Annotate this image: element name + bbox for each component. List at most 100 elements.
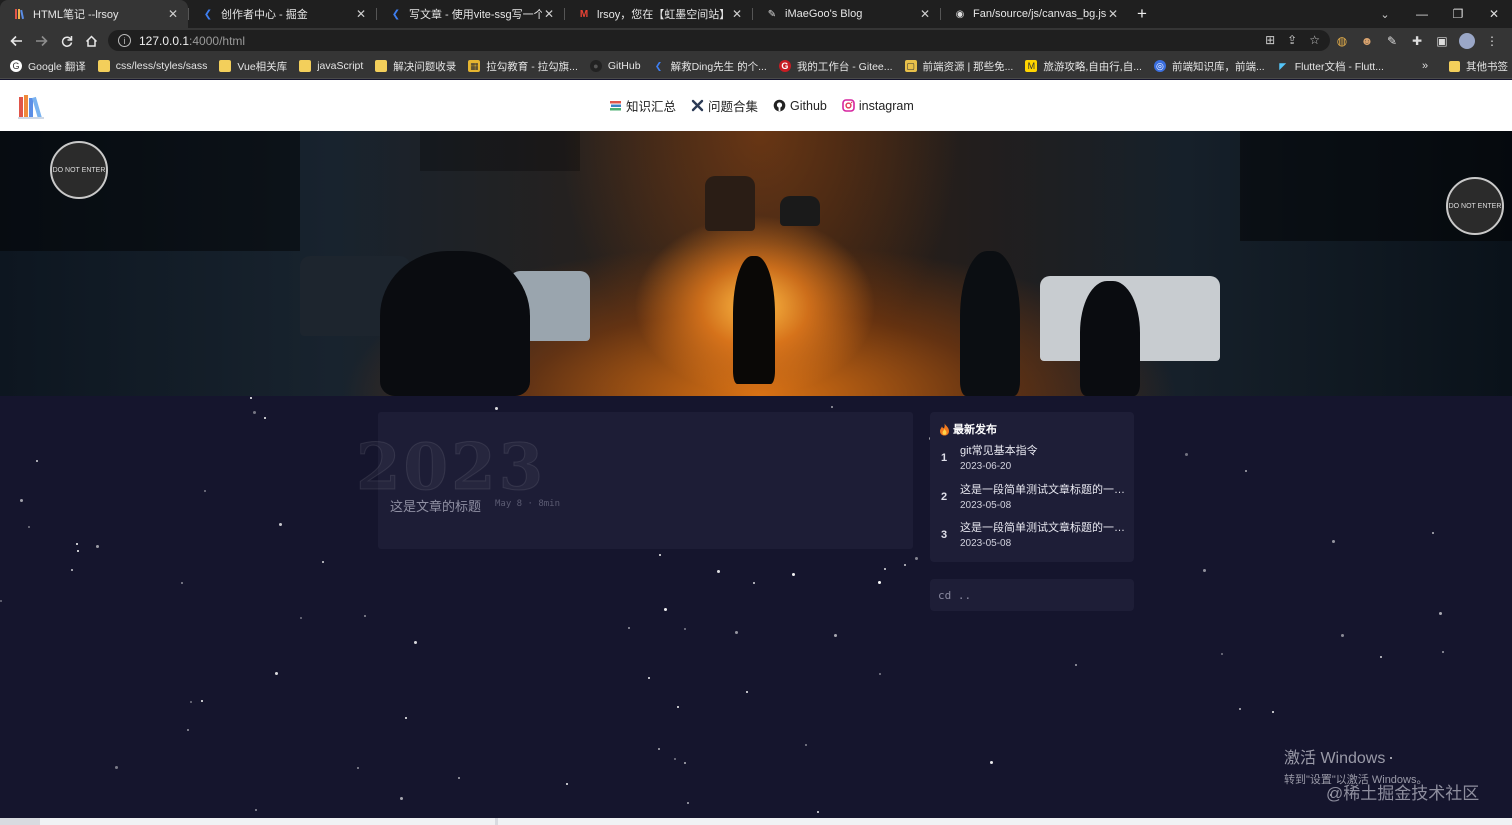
bookmarks-overflow-button[interactable]: » (1422, 54, 1428, 78)
star (300, 617, 302, 619)
bookmark-github[interactable]: ● GitHub (589, 60, 641, 72)
tab-title: 创作者中心 - 掘金 (221, 9, 308, 21)
extension-face-icon[interactable]: ☻ (1359, 33, 1375, 49)
tab-github-canvas[interactable]: ◉ Fan/source/js/canvas_bg.js at ✕ (940, 0, 1128, 28)
tab-strip: HTML笔记 --lrsoy ✕ ❮ 创作者中心 - 掘金 ✕ ❮ 写文章 - … (0, 0, 1512, 28)
new-tab-button[interactable]: + (1128, 0, 1156, 28)
star (658, 748, 660, 750)
close-tab-icon[interactable]: ✕ (918, 7, 932, 21)
bookmark-folder-solutions[interactable]: 解决问题收录 (375, 59, 456, 74)
star (414, 641, 417, 644)
bookmark-ding[interactable]: ❮ 解救Ding先生 的个... (653, 59, 767, 74)
star (792, 573, 795, 576)
nav-knowledge[interactable]: 知识汇总 (609, 96, 676, 115)
close-tab-icon[interactable]: ✕ (1106, 7, 1120, 21)
bookmark-folder-javascript[interactable]: javaScript (299, 60, 363, 72)
star (664, 608, 667, 611)
nav-label: 知识汇总 (626, 100, 677, 114)
google-translate-icon: G (10, 60, 22, 72)
star (753, 582, 755, 584)
bookmark-label: 前端资源 | 那些免... (922, 60, 1014, 73)
bookmark-travel[interactable]: M 旅游攻略,自由行,自... (1025, 59, 1142, 74)
pen-extension-icon[interactable]: ✎ (1384, 33, 1400, 49)
star (648, 677, 650, 679)
chrome-extension-icon[interactable]: ◍ (1334, 33, 1350, 49)
post-title[interactable]: 这是文章的标题 (390, 496, 481, 515)
books-icon (609, 99, 622, 112)
menu-kebab-icon[interactable]: ⋮ (1484, 33, 1500, 49)
nav-instagram[interactable]: instagram (842, 99, 914, 113)
bookmark-flutter[interactable]: ◤ Flutter文档 - Flutt... (1277, 59, 1384, 74)
home-icon[interactable] (79, 28, 104, 54)
minimize-button[interactable]: — (1404, 0, 1440, 28)
list-item-title[interactable]: 这是一段简单测试文章标题的一段话 (960, 519, 1128, 535)
bookmark-label: 前端知识库，前端... (1171, 60, 1265, 73)
feather-icon: ✎ (767, 8, 777, 20)
bookmark-frontend-resources[interactable]: ▢ 前端资源 | 那些免... (904, 59, 1014, 74)
close-window-button[interactable]: ✕ (1476, 0, 1512, 28)
side-panel-icon[interactable]: ▣ (1434, 33, 1450, 49)
list-item[interactable]: 1 git常见基本指令 2023-06-20 (930, 442, 1134, 480)
tab-juejin-creator[interactable]: ❮ 创作者中心 - 掘金 ✕ (188, 0, 376, 28)
back-icon[interactable] (4, 28, 29, 54)
post-meta: May 8 · 8min (495, 499, 561, 509)
bookmark-star-icon[interactable]: ☆ (1309, 33, 1320, 47)
puzzle-icon[interactable]: ✚ (1409, 33, 1425, 49)
star (674, 758, 676, 760)
list-item[interactable]: 3 这是一段简单测试文章标题的一段话 2023-05-08 (930, 519, 1134, 557)
mafengwo-icon: M (1025, 60, 1038, 72)
site-info-icon[interactable]: i (118, 34, 131, 47)
list-item-title[interactable]: 这是一段简单测试文章标题的一段话 (960, 481, 1128, 497)
avatar[interactable] (1459, 33, 1475, 49)
restore-button[interactable]: ❐ (1440, 0, 1476, 28)
tab-search-icon[interactable]: ⌄ (1376, 0, 1394, 28)
star (357, 767, 359, 769)
bookmark-gitee[interactable]: G 我的工作台 - Gitee... (778, 59, 893, 74)
bookmark-folder-vue[interactable]: Vue相关库 (219, 59, 287, 74)
close-tab-icon[interactable]: ✕ (166, 7, 180, 21)
lagou-icon: ▦ (468, 60, 481, 72)
bookmark-label: 其他书签 (1466, 60, 1508, 73)
star (915, 557, 918, 560)
tab-html-notes[interactable]: HTML笔记 --lrsoy ✕ (0, 0, 188, 28)
translate-icon[interactable]: ⊞ (1265, 33, 1275, 47)
bookmark-google-translate[interactable]: G Google 翻译 (10, 59, 86, 74)
cd-back-link[interactable]: cd .. (930, 579, 1134, 611)
site-logo-icon[interactable] (18, 94, 45, 119)
other-bookmarks[interactable]: 其他书签 (1449, 54, 1508, 78)
github-icon (773, 99, 786, 112)
star (279, 523, 282, 526)
taskbar (0, 818, 1512, 825)
star (322, 561, 324, 563)
bookmark-knowledge[interactable]: ◎ 前端知识库，前端... (1153, 59, 1265, 74)
close-tab-icon[interactable]: ✕ (354, 7, 368, 21)
juejin-icon: ❮ (391, 8, 401, 20)
tab-gmail[interactable]: M lrsoy，您在【虹墨空间站】上的 ✕ (564, 0, 752, 28)
resource-icon: ▢ (904, 60, 917, 72)
address-bar[interactable]: i 127.0.0.1:4000/html ⊞ ⇪ ☆ (108, 30, 1330, 51)
star (458, 777, 460, 779)
list-item[interactable]: 2 这是一段简单测试文章标题的一段话 2023-05-08 (930, 481, 1134, 519)
tab-title: Fan/source/js/canvas_bg.js at (973, 8, 1106, 20)
bookmark-lagou[interactable]: ▦ 拉勾教育 - 拉勾旗... (468, 59, 578, 74)
star (364, 615, 366, 617)
star (1185, 453, 1188, 456)
tab-write-article[interactable]: ❮ 写文章 - 使用vite-ssg写一个存放 ✕ (376, 0, 564, 28)
nav-questions[interactable]: 问题合集 (691, 96, 758, 115)
reload-icon[interactable] (54, 28, 79, 54)
close-tab-icon[interactable]: ✕ (730, 7, 744, 21)
juejin-credit-watermark: @稀土掘金技术社区 (1326, 784, 1480, 803)
bookmark-folder-css[interactable]: css/less/styles/sass (97, 60, 207, 72)
star (400, 797, 403, 800)
list-item-title[interactable]: git常见基本指令 (960, 442, 1128, 458)
nav-label: instagram (858, 98, 914, 113)
star (1075, 664, 1077, 666)
tab-imaegoo-blog[interactable]: ✎ iMaeGoo's Blog ✕ (752, 0, 940, 28)
share-icon[interactable]: ⇪ (1287, 33, 1297, 47)
pedestrian (960, 251, 1020, 396)
close-tab-icon[interactable]: ✕ (542, 7, 556, 21)
nav-github[interactable]: Github (773, 99, 827, 113)
post-card[interactable]: 2023 这是文章的标题 May 8 · 8min (355, 412, 913, 549)
books-logo-icon (14, 8, 26, 20)
forward-icon[interactable] (29, 28, 54, 54)
